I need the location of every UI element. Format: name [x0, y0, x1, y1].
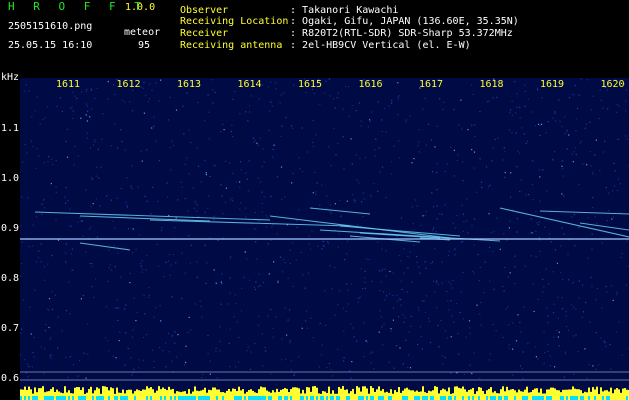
x-tick-label: 1620	[600, 79, 625, 90]
meteor-trace	[149, 219, 351, 227]
x-tick-label: 1612	[116, 79, 141, 90]
info-value: Ogaki, Gifu, JAPAN (136.60E, 35.35N)	[302, 16, 519, 27]
meteor-trace	[579, 222, 629, 231]
meteor-traces	[34, 207, 629, 251]
info-value: R820T2(RTL-SDR) SDR-Sharp 53.372MHz	[302, 28, 513, 39]
x-tick-label: 1619	[540, 79, 565, 90]
y-tick-label: 0.9	[1, 223, 20, 234]
meteor-count: 95	[138, 40, 151, 51]
info-label: Receiving antenna	[180, 40, 283, 51]
x-tick-label: 1617	[419, 79, 444, 90]
info-label: Observer	[180, 5, 229, 16]
meteor-trace	[309, 207, 371, 215]
info-label: Receiving Location	[180, 16, 289, 27]
y-tick-label: 1.1	[1, 123, 20, 134]
info-separator: :	[290, 5, 303, 16]
x-tick-label: 1613	[177, 79, 202, 90]
info-separator: :	[290, 40, 303, 51]
info-row-observer: Observer: Takanori Kawachi	[180, 5, 398, 16]
info-row-antenna: Receiving antenna: 2el-HB9CV Vertical (e…	[180, 40, 471, 51]
x-tick-label: 1614	[237, 79, 262, 90]
y-tick-label: 0.7	[1, 323, 20, 334]
info-separator: :	[290, 16, 303, 27]
y-tick-label: 1.0	[1, 173, 20, 184]
app-version: 1.0.0	[125, 2, 156, 13]
meteor-trace	[79, 242, 131, 251]
noise-layer	[20, 78, 629, 380]
mode-label: meteor	[124, 27, 161, 38]
meteor-trace	[539, 210, 629, 215]
x-tick-label: 1616	[358, 79, 383, 90]
signal-bars	[20, 386, 629, 400]
x-tick-label: 1618	[479, 79, 504, 90]
spectrogram	[20, 78, 629, 400]
info-value: Takanori Kawachi	[302, 5, 399, 16]
info-row-location: Receiving Location: Ogaki, Gifu, JAPAN (…	[180, 16, 519, 27]
x-tick-label: 1611	[56, 79, 81, 90]
axis-unit-label: kHz	[1, 72, 20, 83]
info-value: 2el-HB9CV Vertical (el. E-W)	[302, 40, 471, 51]
date-time: 25.05.15 16:10	[8, 40, 93, 51]
info-separator: :	[290, 28, 303, 39]
y-tick-label: 0.8	[1, 273, 20, 284]
y-tick-label: 0.6	[1, 373, 20, 384]
file-name: 2505151610.png	[8, 21, 93, 32]
spectrogram-canvas	[20, 78, 629, 400]
x-tick-label: 1615	[298, 79, 323, 90]
info-row-receiver: Receiver: R820T2(RTL-SDR) SDR-Sharp 53.3…	[180, 28, 513, 39]
info-label: Receiver	[180, 28, 229, 39]
